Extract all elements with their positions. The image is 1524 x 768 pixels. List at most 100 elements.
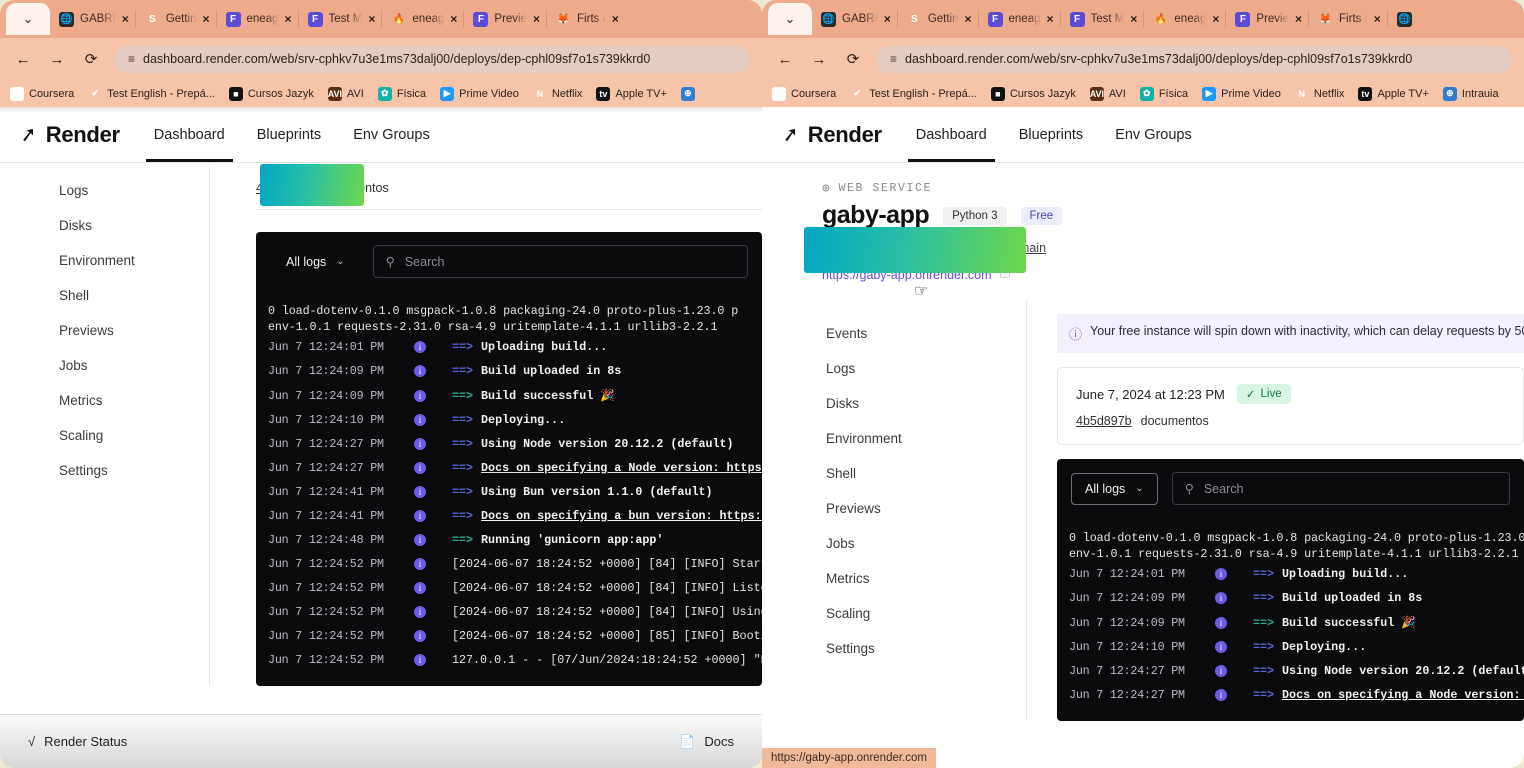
tab-search-chevron-icon[interactable]: ⌄ — [768, 3, 812, 35]
browser-tab[interactable]: S Gettin × — [896, 3, 979, 35]
log-message[interactable]: Docs on specifying a Node version: https… — [1282, 688, 1524, 702]
render-brand[interactable]: ➚ Render — [19, 122, 120, 148]
browser-tab[interactable]: F Test M × — [297, 3, 383, 35]
bookmark-item[interactable]: ⊕ Intrauia — [1442, 86, 1499, 101]
sidebar-item-logs[interactable]: Logs — [55, 173, 209, 208]
log-search-input[interactable]: ⚲ Search — [372, 245, 748, 278]
sidebar-item-scaling[interactable]: Scaling — [822, 596, 1026, 631]
tune-icon[interactable]: ≡ — [890, 52, 897, 66]
all-logs-filter-button[interactable]: All logs ⌄ — [272, 245, 359, 278]
reload-button[interactable]: ⟳ — [80, 48, 102, 70]
sidebar-item-settings[interactable]: Settings — [822, 631, 1026, 666]
docs-link[interactable]: 📄 Docs — [679, 734, 734, 750]
tab-close-icon[interactable]: × — [368, 12, 375, 26]
sidebar-item-shell[interactable]: Shell — [822, 456, 1026, 491]
commit-sha[interactable]: 4b5d897b — [1076, 414, 1132, 428]
bookmark-item[interactable]: ✿ Física — [1139, 86, 1188, 101]
bookmark-item[interactable]: ✿ Física — [377, 86, 426, 101]
tab-close-icon[interactable]: × — [612, 12, 619, 26]
bookmark-item[interactable]: ■ Cursos Jazyk — [228, 86, 314, 101]
browser-tab[interactable]: F eneag × — [215, 3, 299, 35]
reload-button[interactable]: ⟳ — [842, 48, 864, 70]
nav-env-groups[interactable]: Env Groups — [1115, 107, 1192, 162]
service-url-link[interactable]: https://gaby-app.onrender.com — [822, 268, 992, 282]
repo-owner-link[interactable]: firts7813003 — [846, 241, 915, 255]
bookmark-item[interactable]: N Netflix — [533, 87, 583, 101]
log-message[interactable]: Docs on specifying a bun version: https:… — [481, 509, 762, 523]
bookmark-item[interactable]: ✔ Test English - Prepá... — [88, 87, 214, 101]
tab-close-icon[interactable]: × — [533, 12, 540, 26]
back-button[interactable]: ← — [774, 48, 796, 70]
forward-button[interactable]: → — [46, 48, 68, 70]
repo-name-link[interactable]: gaby-app — [933, 241, 985, 255]
browser-tab[interactable]: 🦊 Firts / × — [546, 3, 626, 35]
tab-close-icon[interactable]: × — [285, 12, 292, 26]
browser-tab[interactable]: F Previe × — [1225, 3, 1309, 35]
sidebar-item-metrics[interactable]: Metrics — [822, 561, 1026, 596]
render-brand[interactable]: ➚ Render — [781, 122, 882, 148]
bookmark-item[interactable]: C Coursera — [772, 86, 836, 101]
bookmark-item[interactable]: tv Apple TV+ — [1358, 86, 1429, 101]
sidebar-item-disks[interactable]: Disks — [822, 386, 1026, 421]
render-status-link[interactable]: √ Render Status — [28, 734, 127, 749]
sidebar-item-shell[interactable]: Shell — [55, 278, 209, 313]
browser-tab[interactable]: 🔥 eneag × — [381, 3, 464, 35]
address-bar[interactable]: ≡ dashboard.render.com/web/srv-cphkv7u3e… — [114, 45, 750, 73]
branch-link[interactable]: main — [1019, 241, 1046, 255]
all-logs-filter-button[interactable]: All logs ⌄ — [1071, 472, 1158, 505]
log-message[interactable]: Docs on specifying a Node version: https… — [481, 461, 762, 475]
browser-tab[interactable]: 🔥 eneag × — [1143, 3, 1226, 35]
nav-blueprints[interactable]: Blueprints — [257, 107, 321, 162]
browser-tab[interactable]: F Test M × — [1059, 3, 1145, 35]
back-button[interactable]: ← — [12, 48, 34, 70]
browser-tab[interactable]: S Gettin × — [134, 3, 217, 35]
copy-icon[interactable]: 🗋 — [1000, 264, 1010, 286]
sidebar-item-settings[interactable]: Settings — [55, 453, 209, 488]
tab-close-icon[interactable]: × — [884, 12, 891, 26]
browser-tab[interactable]: 🦊 Firts / × — [1308, 3, 1388, 35]
bookmark-item[interactable]: tv Apple TV+ — [596, 86, 667, 101]
tab-close-icon[interactable]: × — [1295, 12, 1302, 26]
nav-blueprints[interactable]: Blueprints — [1019, 107, 1083, 162]
tab-close-icon[interactable]: × — [450, 12, 457, 26]
bookmark-item[interactable]: N Netflix — [1295, 87, 1345, 101]
forward-button[interactable]: → — [808, 48, 830, 70]
browser-tab-overflow[interactable]: 🌐 — [1386, 3, 1419, 35]
tab-close-icon[interactable]: × — [1130, 12, 1137, 26]
tab-close-icon[interactable]: × — [1374, 12, 1381, 26]
bookmark-item[interactable]: ■ Cursos Jazyk — [990, 86, 1076, 101]
browser-tab[interactable]: 🌐 GABRI × — [50, 3, 136, 35]
sidebar-item-scaling[interactable]: Scaling — [55, 418, 209, 453]
sidebar-item-environment[interactable]: Environment — [55, 243, 209, 278]
bookmark-item[interactable]: AVI AVI — [1090, 86, 1126, 101]
tune-icon[interactable]: ≡ — [128, 52, 135, 66]
sidebar-item-jobs[interactable]: Jobs — [822, 526, 1026, 561]
tab-close-icon[interactable]: × — [1047, 12, 1054, 26]
bookmark-item[interactable]: ⊕ — [680, 86, 695, 101]
nav-dashboard[interactable]: Dashboard — [907, 107, 995, 162]
browser-tab[interactable]: 🌐 GABRI × — [812, 3, 898, 35]
bookmark-item[interactable]: ✔ Test English - Prepá... — [850, 87, 976, 101]
bookmark-item[interactable]: AVI AVI — [328, 86, 364, 101]
sidebar-item-environment[interactable]: Environment — [822, 421, 1026, 456]
commit-sha[interactable]: 4b5d897b — [256, 181, 312, 195]
nav-dashboard[interactable]: Dashboard — [145, 107, 233, 162]
browser-tab[interactable]: F eneag × — [977, 3, 1061, 35]
browser-tab[interactable]: F Previe × — [463, 3, 547, 35]
bookmark-item[interactable]: C Coursera — [10, 86, 74, 101]
bookmark-item[interactable]: ▶ Prime Video — [440, 86, 519, 101]
tab-close-icon[interactable]: × — [1212, 12, 1219, 26]
sidebar-item-previews[interactable]: Previews — [822, 491, 1026, 526]
sidebar-item-disks[interactable]: Disks — [55, 208, 209, 243]
tab-close-icon[interactable]: × — [203, 12, 210, 26]
tab-search-chevron-icon[interactable]: ⌄ — [6, 3, 50, 35]
sidebar-item-metrics[interactable]: Metrics — [55, 383, 209, 418]
tab-close-icon[interactable]: × — [965, 12, 972, 26]
bookmark-item[interactable]: ▶ Prime Video — [1202, 86, 1281, 101]
nav-env-groups[interactable]: Env Groups — [353, 107, 430, 162]
sidebar-item-jobs[interactable]: Jobs — [55, 348, 209, 383]
sidebar-item-previews[interactable]: Previews — [55, 313, 209, 348]
address-bar[interactable]: ≡ dashboard.render.com/web/srv-cphkv7u3e… — [876, 45, 1512, 73]
tab-close-icon[interactable]: × — [122, 12, 129, 26]
sidebar-item-events[interactable]: Events — [822, 316, 1026, 351]
